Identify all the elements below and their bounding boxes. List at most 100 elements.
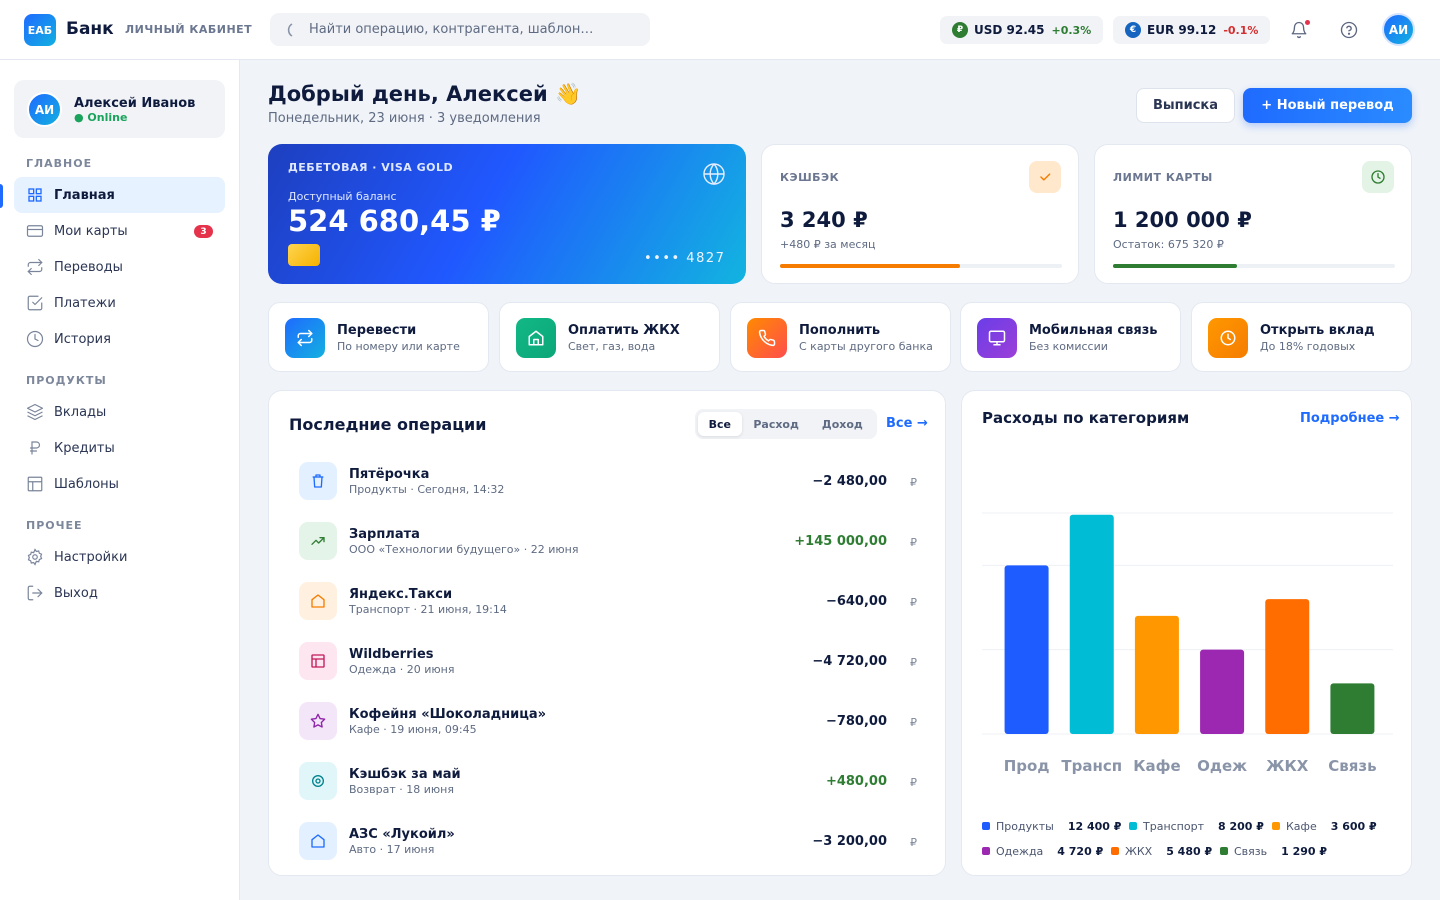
nav-section-main: ГЛАВНОЕ <box>26 157 93 170</box>
statement-button[interactable]: Выписка <box>1136 88 1235 123</box>
notifications-button[interactable] <box>1283 14 1315 46</box>
cashback-card[interactable]: КЭШБЭК 3 240 ₽ +480 ₽ за месяц <box>761 144 1079 284</box>
bank-logo[interactable]: ЕАБ <box>24 14 56 46</box>
search-box[interactable] <box>270 13 650 46</box>
filter-all[interactable]: Все <box>698 412 742 436</box>
sidebar-item-label: История <box>54 331 111 347</box>
sidebar-item-credits[interactable]: Кредиты <box>14 430 225 466</box>
operation-row[interactable]: Пятёрочка Продукты · Сегодня, 14:32 −2 4… <box>299 451 917 511</box>
phone-icon <box>747 318 787 358</box>
search-input[interactable] <box>309 22 639 37</box>
legend-item: Связь 1 290 ₽ <box>1220 843 1327 859</box>
sidebar-item-settings[interactable]: Настройки <box>14 539 225 575</box>
quick-action-title: Пополнить <box>799 323 881 338</box>
sidebar-item-label: Кредиты <box>54 440 115 456</box>
sidebar-item-logout[interactable]: Выход <box>14 575 225 611</box>
operation-row[interactable]: Зарплата ООО «Технологии будущего» · 22 … <box>299 511 917 571</box>
legend-name: Одежда <box>996 844 1044 858</box>
legend-name: Продукты <box>996 819 1054 833</box>
operation-amount: −3 200,00 <box>812 834 887 849</box>
target-icon <box>299 762 337 800</box>
usd-rate-change: +0.3% <box>1051 23 1092 37</box>
operation-row[interactable]: АЗС «Лукойл» Авто · 17 июня −3 200,00 ₽ <box>299 811 917 871</box>
chart-category-label: ЖКХ <box>1266 757 1309 775</box>
quick-action-utilities[interactable]: Оплатить ЖКХ Свет, газ, вода <box>499 302 720 372</box>
legend-item: Кафе 3 600 ₽ <box>1272 818 1377 834</box>
eur-rate[interactable]: € EUR 99.12 -0.1% <box>1113 16 1271 44</box>
notification-dot <box>1305 20 1310 25</box>
chart-bar[interactable] <box>1069 514 1114 734</box>
nav-section-other: ПРОЧЕЕ <box>26 519 83 532</box>
filter-expense[interactable]: Расход <box>742 412 811 436</box>
quick-action-sub: Свет, газ, вода <box>568 340 656 353</box>
chart-bar[interactable] <box>1200 649 1245 734</box>
home-icon <box>516 318 556 358</box>
sidebar-item-label: Шаблоны <box>54 476 119 492</box>
operation-amount: +145 000,00 <box>794 534 887 549</box>
quick-action-topup[interactable]: Пополнить С карты другого банка <box>730 302 951 372</box>
user-name: Алексей Иванов <box>74 96 196 111</box>
quick-action-transfer[interactable]: Перевести По номеру или карте <box>268 302 489 372</box>
currency-symbol: ₽ <box>910 836 917 849</box>
usd-rate-label: USD 92.45 <box>974 23 1045 37</box>
check-icon <box>1029 161 1061 193</box>
sidebar-item-cards[interactable]: Мои карты 3 <box>14 213 225 249</box>
stat-progress-fill <box>1113 264 1238 268</box>
chart-bar[interactable] <box>1330 683 1375 734</box>
stat-value: 3 240 ₽ <box>780 208 868 232</box>
sidebar-item-templates[interactable]: Шаблоны <box>14 466 225 502</box>
legend-swatch <box>1111 847 1119 855</box>
operation-sub: ООО «Технологии будущего» · 22 июня <box>349 543 579 556</box>
ruble-icon <box>26 439 44 457</box>
quick-action-mobile[interactable]: Мобильная связь Без комиссии <box>960 302 1181 372</box>
new-transfer-button[interactable]: + Новый перевод <box>1243 88 1412 123</box>
legend-swatch <box>1129 822 1137 830</box>
euro-icon: € <box>1125 22 1141 38</box>
operation-row[interactable]: Яндекс.Такси Транспорт · 21 июня, 19:14 … <box>299 571 917 631</box>
home-icon <box>299 582 337 620</box>
operation-row[interactable]: Кэшбэк за май Возврат · 18 июня +480,00 … <box>299 751 917 811</box>
stat-value: 1 200 000 ₽ <box>1113 208 1252 232</box>
user-card[interactable]: АИ Алексей Иванов ● Online <box>14 80 225 138</box>
operations-title: Последние операции <box>289 415 487 434</box>
transfer-icon <box>26 258 44 276</box>
card-limit-card[interactable]: ЛИМИТ КАРТЫ 1 200 000 ₽ Остаток: 675 320… <box>1094 144 1412 284</box>
sidebar-item-label: Платежи <box>54 295 116 311</box>
sidebar-item-payments[interactable]: Платежи <box>14 285 225 321</box>
legend-value: 1 290 ₽ <box>1281 844 1328 858</box>
currency-symbol: ₽ <box>910 476 917 489</box>
user-avatar[interactable]: АИ <box>1382 13 1415 46</box>
legend-value: 12 400 ₽ <box>1067 819 1122 833</box>
sidebar-item-home[interactable]: Главная <box>14 177 225 213</box>
sidebar-item-history[interactable]: История <box>14 321 225 357</box>
sidebar-item-deposits[interactable]: Вклады <box>14 394 225 430</box>
help-button[interactable] <box>1333 14 1365 46</box>
chart-bar[interactable] <box>1004 565 1049 734</box>
sidebar-item-label: Выход <box>54 585 98 601</box>
all-operations-link[interactable]: Все → <box>886 416 928 431</box>
clock-icon <box>1362 161 1394 193</box>
operation-name: АЗС «Лукойл» <box>349 827 455 842</box>
filter-income[interactable]: Доход <box>811 412 874 436</box>
quick-action-deposit[interactable]: Открыть вклад До 18% годовых <box>1191 302 1412 372</box>
clock-icon <box>1208 318 1248 358</box>
grid-icon <box>26 186 44 204</box>
globe-icon <box>703 163 725 186</box>
layers-icon <box>26 403 44 421</box>
card-type: ДЕБЕТОВАЯ · VISA GOLD <box>288 161 454 174</box>
chart-bar[interactable] <box>1134 615 1179 734</box>
operation-row[interactable]: Wildberries Одежда · 20 июня −4 720,00 ₽ <box>299 631 917 691</box>
debit-card[interactable]: ДЕБЕТОВАЯ · VISA GOLD Доступный баланс 5… <box>268 144 746 284</box>
chart-bar[interactable] <box>1265 599 1310 734</box>
template-icon <box>26 475 44 493</box>
quick-action-title: Оплатить ЖКХ <box>568 323 680 338</box>
sidebar-item-transfers[interactable]: Переводы <box>14 249 225 285</box>
usd-rate[interactable]: ₽ USD 92.45 +0.3% <box>940 16 1104 44</box>
legend-item: Продукты 12 400 ₽ <box>982 818 1121 834</box>
operation-amount: −4 720,00 <box>812 654 887 669</box>
quick-action-sub: До 18% годовых <box>1260 340 1356 353</box>
nav-section-products: ПРОДУКТЫ <box>26 374 107 387</box>
card-icon <box>26 222 44 240</box>
operation-row[interactable]: Кофейня «Шоколадница» Кафе · 19 июня, 09… <box>299 691 917 751</box>
star-icon <box>299 702 337 740</box>
